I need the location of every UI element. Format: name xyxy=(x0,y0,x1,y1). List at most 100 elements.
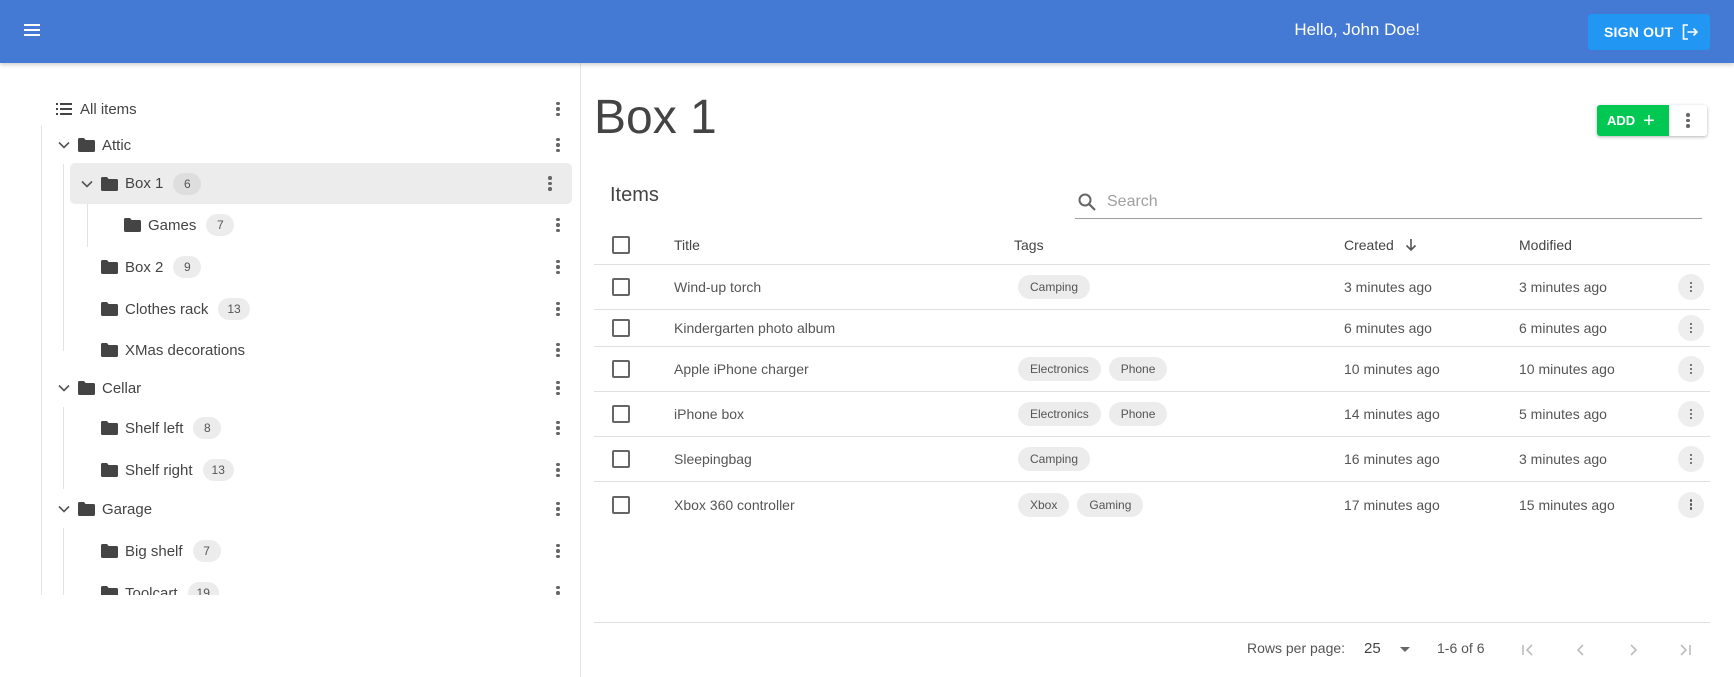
hamburger-menu-icon[interactable] xyxy=(20,15,52,47)
sort-descending-icon xyxy=(1405,238,1416,251)
sign-out-button[interactable]: SIGN OUT xyxy=(1588,14,1710,50)
more-options-icon[interactable] xyxy=(544,579,572,595)
item-title[interactable]: iPhone box xyxy=(674,406,744,422)
select-all-checkbox[interactable] xyxy=(612,235,630,254)
item-tags: Camping xyxy=(1018,275,1098,299)
tag-chip[interactable]: Phone xyxy=(1108,357,1168,381)
sidebar-item-label: Shelf right xyxy=(125,461,193,479)
add-button[interactable]: ADD + xyxy=(1597,105,1669,136)
sidebar-item-all-items[interactable]: All items xyxy=(56,90,572,128)
more-options-icon[interactable] xyxy=(1669,105,1707,136)
more-options-icon[interactable] xyxy=(544,456,572,484)
column-header-title[interactable]: Title xyxy=(674,237,700,253)
folder-icon xyxy=(101,302,118,316)
page-title: Box 1 xyxy=(594,91,717,144)
chevron-down-icon[interactable] xyxy=(56,137,72,153)
sidebar-item-shelf-right[interactable]: Shelf right 13 xyxy=(79,451,572,489)
rows-per-page-label: Rows per page: xyxy=(1247,640,1346,656)
item-tags: Camping xyxy=(1018,447,1098,471)
row-checkbox[interactable] xyxy=(612,495,630,514)
sidebar-item-garage[interactable]: Garage xyxy=(56,490,572,528)
folder-icon xyxy=(101,463,118,477)
row-checkbox[interactable] xyxy=(612,360,630,378)
dropdown-arrow-icon xyxy=(1400,647,1410,652)
row-more-options-icon[interactable] xyxy=(1678,356,1704,382)
more-options-icon[interactable] xyxy=(536,170,564,198)
rows-per-page-select[interactable]: 25 xyxy=(1364,640,1414,657)
more-options-icon[interactable] xyxy=(544,295,572,323)
sidebar-item-cellar[interactable]: Cellar xyxy=(56,369,572,407)
item-title[interactable]: Wind-up torch xyxy=(674,279,761,295)
row-checkbox[interactable] xyxy=(612,450,630,468)
table-row[interactable]: iPhone box Electronics Phone 14 minutes ago… xyxy=(594,392,1710,437)
tag-chip[interactable]: Phone xyxy=(1108,402,1168,426)
sidebar-item-attic[interactable]: Attic xyxy=(56,126,572,164)
tag-chip[interactable]: Camping xyxy=(1018,275,1091,299)
more-options-icon[interactable] xyxy=(544,414,572,442)
column-header-tags[interactable]: Tags xyxy=(1014,237,1044,253)
tag-chip[interactable]: Gaming xyxy=(1077,492,1144,517)
more-options-icon[interactable] xyxy=(544,253,572,281)
item-title[interactable]: Apple iPhone charger xyxy=(674,361,809,377)
folder-icon xyxy=(101,421,118,435)
last-page-icon[interactable] xyxy=(1671,636,1699,664)
item-created: 10 minutes ago xyxy=(1344,361,1440,377)
folder-icon xyxy=(124,218,141,232)
search-input[interactable] xyxy=(1107,192,1667,211)
row-more-options-icon[interactable] xyxy=(1678,401,1704,427)
table-row[interactable]: Xbox 360 controller Xbox Gaming 17 minutes … xyxy=(594,482,1710,527)
chevron-down-icon[interactable] xyxy=(56,380,72,396)
sidebar-item-label: Garage xyxy=(102,500,153,518)
table-row[interactable]: Kindergarten photo album 6 minutes ago 6 m… xyxy=(594,310,1710,347)
item-title[interactable]: Sleepingbag xyxy=(674,451,752,467)
more-options-icon[interactable] xyxy=(544,95,572,123)
sidebar-item-box-1[interactable]: Box 1 6 xyxy=(70,163,572,204)
row-more-options-icon[interactable] xyxy=(1678,491,1704,518)
row-more-options-icon[interactable] xyxy=(1678,274,1704,300)
tag-chip[interactable]: Electronics xyxy=(1018,402,1101,426)
more-options-icon[interactable] xyxy=(544,211,572,239)
column-header-created[interactable]: Created xyxy=(1344,237,1418,253)
items-table: Title Tags Created Modified Wind-up torc… xyxy=(594,225,1710,527)
row-checkbox[interactable] xyxy=(612,278,630,296)
more-options-icon[interactable] xyxy=(544,537,572,565)
more-options-icon[interactable] xyxy=(544,131,572,159)
more-options-icon[interactable] xyxy=(544,336,572,364)
item-tags: Electronics Phone xyxy=(1018,357,1175,381)
tag-chip[interactable]: Camping xyxy=(1018,447,1091,471)
folder-icon xyxy=(101,343,118,357)
item-count-badge: 19 xyxy=(187,582,219,595)
search-icon xyxy=(1078,193,1096,211)
sidebar-item-box-2[interactable]: Box 2 9 xyxy=(79,248,572,286)
sidebar-item-label: Cellar xyxy=(102,379,142,397)
next-page-icon[interactable] xyxy=(1619,636,1647,664)
sidebar-item-toolcart[interactable]: Toolcart 19 xyxy=(79,574,572,595)
sidebar-item-label: Games xyxy=(148,216,197,234)
item-title[interactable]: Xbox 360 controller xyxy=(674,497,795,513)
sidebar-item-shelf-left[interactable]: Shelf left 8 xyxy=(79,409,572,447)
sidebar-item-clothes-rack[interactable]: Clothes rack 13 xyxy=(79,290,572,328)
chevron-down-icon[interactable] xyxy=(79,176,95,192)
first-page-icon[interactable] xyxy=(1514,636,1542,664)
item-created: 16 minutes ago xyxy=(1344,451,1440,467)
more-options-icon[interactable] xyxy=(544,374,572,402)
table-row[interactable]: Apple iPhone charger Electronics Phone 10 m… xyxy=(594,347,1710,392)
table-row[interactable]: Sleepingbag Camping 16 minutes ago 3 minute… xyxy=(594,437,1710,482)
sidebar-item-xmas-decorations[interactable]: XMas decorations xyxy=(79,331,572,369)
table-row[interactable]: Wind-up torch Camping 3 minutes ago 3 minut… xyxy=(594,265,1710,310)
row-more-options-icon[interactable] xyxy=(1678,315,1704,341)
tree-guide-line xyxy=(63,164,64,351)
more-options-icon[interactable] xyxy=(544,495,572,523)
sidebar-item-big-shelf[interactable]: Big shelf 7 xyxy=(79,532,572,570)
sidebar-item-games[interactable]: Games 7 xyxy=(102,206,572,244)
row-more-options-icon[interactable] xyxy=(1678,446,1704,472)
tag-chip[interactable]: Xbox xyxy=(1018,492,1070,517)
item-title[interactable]: Kindergarten photo album xyxy=(674,320,835,336)
tag-chip[interactable]: Electronics xyxy=(1018,357,1101,381)
chevron-down-icon[interactable] xyxy=(56,501,72,517)
row-checkbox[interactable] xyxy=(612,319,630,337)
sign-out-label: SIGN OUT xyxy=(1604,24,1674,40)
row-checkbox[interactable] xyxy=(612,405,630,423)
previous-page-icon[interactable] xyxy=(1567,636,1595,664)
column-header-modified[interactable]: Modified xyxy=(1519,237,1572,253)
